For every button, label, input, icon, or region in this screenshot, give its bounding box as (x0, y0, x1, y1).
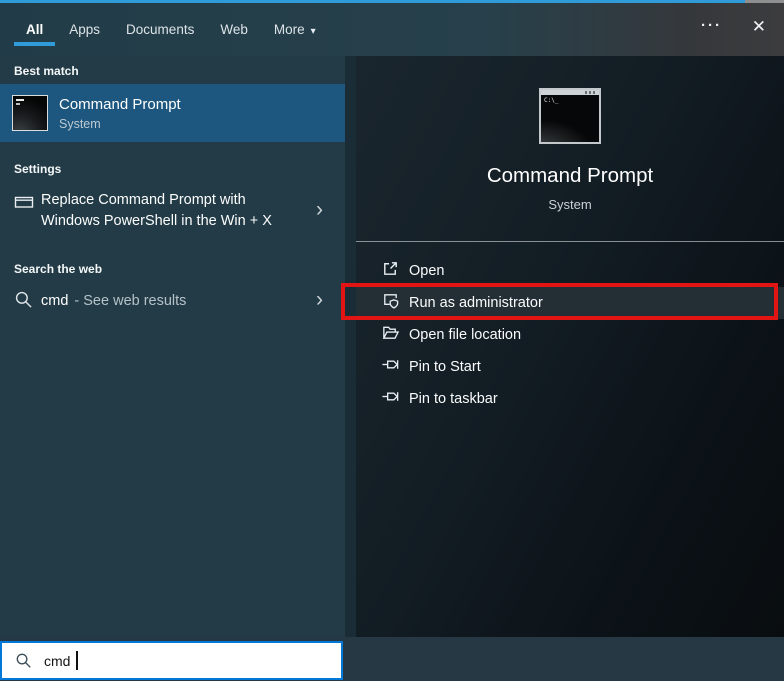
launch-icon (381, 259, 400, 283)
action-pin-to-start[interactable]: Pin to Start (356, 351, 784, 383)
best-match-result[interactable]: Command Prompt System (0, 84, 345, 142)
more-options-icon[interactable]: ··· (701, 17, 722, 34)
preview-app-subtitle: System (548, 197, 592, 212)
web-search-suffix: - See web results (74, 292, 187, 309)
command-prompt-icon (12, 95, 48, 131)
windows-search-flyout: All Apps Documents Web More ▾ ··· ✕ Best … (0, 0, 784, 681)
pin-icon (381, 387, 400, 411)
window-icon (14, 192, 34, 217)
settings-result-label: Replace Command Prompt with Windows Powe… (41, 192, 272, 229)
search-filter-bar: All Apps Documents Web More ▾ ··· ✕ (0, 3, 784, 56)
search-input[interactable] (44, 652, 76, 669)
search-icon (15, 652, 32, 669)
close-icon[interactable]: ✕ (752, 17, 766, 37)
preview-panel: C:\_ Command Prompt System Open Run as a… (356, 56, 784, 637)
web-search-query: cmd (41, 292, 69, 309)
action-open-file-location-label: Open file location (409, 327, 522, 343)
results-panel: Best match Command Prompt System Setting… (0, 56, 345, 637)
settings-header: Settings (14, 162, 62, 176)
context-actions: Open Run as administrator Open file loca… (356, 255, 784, 415)
search-the-web-header: Search the web (14, 262, 103, 276)
best-match-text: Command Prompt System (59, 96, 181, 131)
result-title: Command Prompt (59, 95, 181, 113)
tab-apps[interactable]: Apps (69, 22, 100, 37)
tab-more[interactable]: More ▾ (274, 22, 316, 37)
result-subtitle: System (59, 116, 101, 131)
tab-web-label: Web (220, 22, 248, 37)
action-pin-to-taskbar[interactable]: Pin to taskbar (356, 383, 784, 415)
filter-tabs: All Apps Documents Web More ▾ (13, 3, 316, 56)
action-run-as-administrator-label: Run as administrator (409, 295, 543, 311)
folder-open-icon (381, 323, 400, 347)
command-prompt-icon: C:\_ (539, 88, 601, 144)
panel-gutter (345, 56, 356, 637)
actions-divider (356, 241, 784, 242)
action-run-as-administrator[interactable]: Run as administrator (356, 287, 784, 319)
action-open-label: Open (409, 263, 445, 279)
action-pin-to-start-label: Pin to Start (409, 359, 481, 375)
best-match-header: Best match (14, 64, 79, 78)
action-pin-to-taskbar-label: Pin to taskbar (409, 391, 498, 407)
tab-web[interactable]: Web (220, 22, 248, 37)
tab-all[interactable]: All (13, 22, 56, 46)
chevron-down-icon: ▾ (310, 26, 316, 37)
taskbar-search-box[interactable] (0, 641, 343, 680)
preview-hero: C:\_ Command Prompt System (356, 56, 784, 212)
action-open[interactable]: Open (356, 255, 784, 287)
web-search-result[interactable]: cmd - See web results › (0, 280, 345, 322)
tab-more-label: More (273, 22, 305, 37)
preview-app-title: Command Prompt (486, 164, 654, 187)
text-caret (76, 651, 78, 670)
chevron-right-icon[interactable]: › (316, 288, 323, 312)
chevron-right-icon[interactable]: › (316, 198, 323, 222)
tab-documents[interactable]: Documents (126, 22, 194, 37)
action-open-file-location[interactable]: Open file location (356, 319, 784, 351)
tab-apps-label: Apps (69, 22, 101, 37)
pin-icon (381, 355, 400, 379)
web-search-text: cmd - See web results (41, 291, 293, 312)
tab-documents-label: Documents (126, 22, 195, 37)
settings-result[interactable]: Replace Command Prompt with Windows Powe… (0, 180, 345, 242)
admin-shield-icon (381, 291, 400, 315)
search-icon (14, 290, 34, 314)
tab-all-label: All (26, 22, 44, 37)
